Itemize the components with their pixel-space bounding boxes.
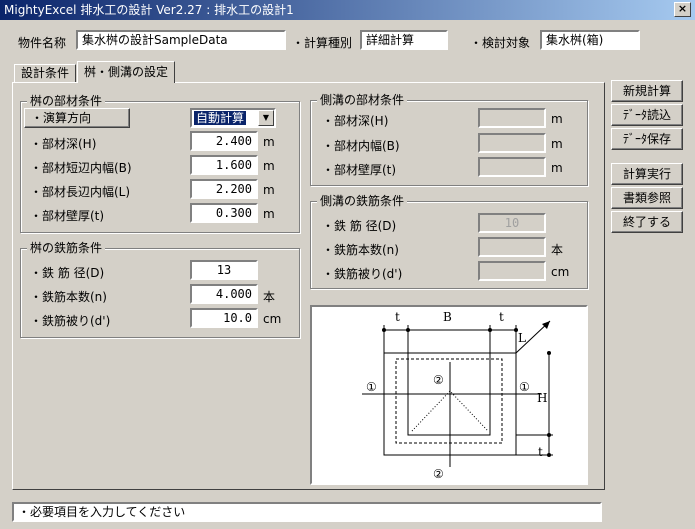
status-bar: ・必要項目を入力してください	[12, 502, 602, 522]
data-load-button[interactable]: ﾃﾞｰﾀ読込	[611, 104, 683, 126]
masu-rebar-cover-label: ・鉄筋被り(d')	[30, 314, 111, 328]
masu-rebar-cover-input[interactable]: 10.0	[190, 308, 258, 328]
masu-depth-label: ・部材深(H)	[30, 137, 97, 151]
calc-type-label: ・計算種別	[292, 36, 353, 50]
doc-ref-button[interactable]: 書類参照	[611, 187, 683, 209]
gutter-width-label: ・部材内幅(B)	[322, 139, 400, 153]
masu-long-width-input[interactable]: 2.200	[190, 179, 258, 199]
gutter-wall-thickness-unit: m	[551, 161, 563, 175]
run-calc-button[interactable]: 計算実行	[611, 163, 683, 185]
title-bar: MightyExcel 排水工の設計 Ver2.27 : 排水工の設計1 ×	[0, 0, 695, 20]
dimension-dot	[488, 328, 492, 332]
data-save-button[interactable]: ﾃﾞｰﾀ保存	[611, 128, 683, 150]
gutter-rebar-cover-input[interactable]	[478, 261, 546, 281]
masu-wall-thickness-unit: m	[263, 207, 275, 221]
masu-wall-thickness-label: ・部材壁厚(t)	[30, 209, 105, 223]
diagram-label-l: L	[518, 331, 526, 345]
masu-rebar-cover-unit: cm	[263, 312, 282, 326]
masu-short-width-input[interactable]: 1.600	[190, 155, 258, 175]
masu-depth-input[interactable]: 2.400	[190, 131, 258, 151]
gutter-rebar-cover-label: ・鉄筋被り(d')	[322, 267, 403, 281]
gutter-members-title: 側溝の部材条件	[317, 93, 408, 107]
gutter-width-input[interactable]	[478, 133, 546, 153]
diagram-label-t-left: t	[395, 310, 400, 324]
gutter-rebar-diameter-input[interactable]: 10	[478, 213, 546, 233]
property-name-label: 物件名称	[18, 36, 67, 50]
diagram-label-section-1-left: ①	[366, 380, 377, 394]
dimension-dot	[547, 433, 551, 437]
masu-short-width-label: ・部材短辺内幅(B)	[30, 161, 132, 175]
gutter-rebar-count-input[interactable]	[478, 237, 546, 257]
main-window: MightyExcel 排水工の設計 Ver2.27 : 排水工の設計1 × 物…	[0, 0, 695, 529]
tab-design-conditions[interactable]: 設計条件	[14, 64, 77, 82]
diagram-label-section-2-bottom: ②	[433, 467, 444, 481]
masu-rebar-count-unit: 本	[263, 290, 276, 304]
masu-long-width-unit: m	[263, 183, 275, 197]
target-label: ・検討対象	[470, 36, 531, 50]
gutter-rebar-diameter-label: ・鉄 筋 径(D)	[322, 219, 397, 233]
diagram-label-section-1-right: ①	[519, 380, 530, 394]
masu-rebar-count-input[interactable]: 4.000	[190, 284, 258, 304]
diagram-label-t-bottom: t	[538, 445, 543, 459]
tab-masu-gutter-settings[interactable]: 桝・側溝の設定	[77, 61, 176, 83]
gutter-depth-input[interactable]	[478, 108, 546, 128]
masu-rebar-diameter-label: ・鉄 筋 径(D)	[30, 266, 105, 280]
new-calc-button[interactable]: 新規計算	[611, 80, 683, 102]
target-field[interactable]: 集水桝(箱)	[540, 30, 640, 50]
gutter-rebar-count-unit: 本	[551, 243, 564, 257]
gutter-rebar-count-label: ・鉄筋本数(n)	[322, 243, 399, 257]
window-title: MightyExcel 排水工の設計 Ver2.27 : 排水工の設計1	[4, 3, 294, 17]
masu-rebar-count-label: ・鉄筋本数(n)	[30, 290, 107, 304]
calc-direction-value: 自動計算	[194, 111, 247, 125]
gutter-rebar-title: 側溝の鉄筋条件	[317, 194, 408, 208]
masu-rebar-title: 桝の鉄筋条件	[27, 241, 106, 255]
dimension-dot	[382, 328, 386, 332]
gutter-wall-thickness-input[interactable]	[478, 157, 546, 177]
exit-button[interactable]: 終了する	[611, 211, 683, 233]
calc-direction-button[interactable]: ・演算方向	[24, 108, 130, 128]
gutter-depth-unit: m	[551, 112, 563, 126]
diagram-label-h: H	[537, 391, 548, 405]
gutter-width-unit: m	[551, 137, 563, 151]
masu-rebar-diameter-input[interactable]: 13	[190, 260, 258, 280]
property-name-input[interactable]: 集水桝の設計SampleData	[76, 30, 286, 50]
masu-diagram: t B t L H t ① ① ② ②	[310, 305, 588, 485]
dimension-dot	[547, 453, 551, 457]
calc-type-field[interactable]: 詳細計算	[360, 30, 448, 50]
masu-depth-unit: m	[263, 135, 275, 149]
dimension-dot	[547, 351, 551, 355]
calc-direction-select[interactable]: 自動計算 ▼	[190, 108, 276, 128]
diagram-label-b: B	[443, 310, 452, 324]
masu-wall-thickness-input[interactable]: 0.300	[190, 203, 258, 223]
masu-members-title: 桝の部材条件	[27, 94, 106, 108]
masu-long-width-label: ・部材長辺内幅(L)	[30, 185, 131, 199]
chevron-down-icon[interactable]: ▼	[258, 110, 274, 126]
diagram-label-t-right: t	[499, 310, 504, 324]
dimension-dot	[406, 328, 410, 332]
diagram-label-section-2-top: ②	[433, 373, 444, 387]
gutter-wall-thickness-label: ・部材壁厚(t)	[322, 163, 397, 177]
close-button[interactable]: ×	[674, 2, 691, 17]
gutter-depth-label: ・部材深(H)	[322, 114, 389, 128]
masu-short-width-unit: m	[263, 159, 275, 173]
gutter-rebar-cover-unit: cm	[551, 265, 570, 279]
